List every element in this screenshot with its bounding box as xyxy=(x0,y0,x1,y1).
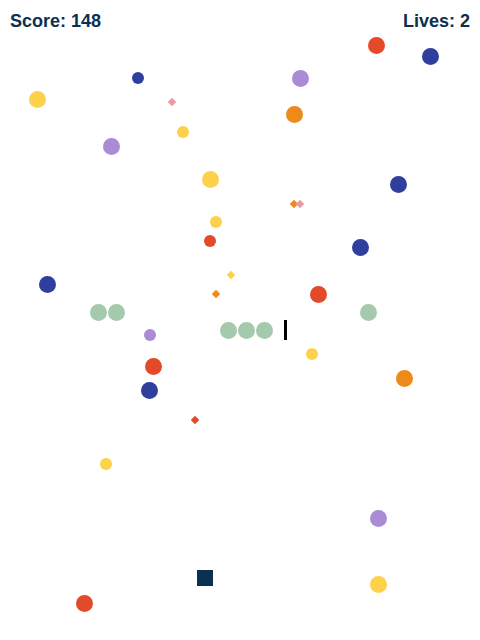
ball xyxy=(39,276,56,293)
small-ball xyxy=(210,216,222,228)
small-ball xyxy=(204,235,216,247)
ball xyxy=(422,48,439,65)
ball xyxy=(390,176,407,193)
ball xyxy=(370,510,387,527)
spark xyxy=(191,416,199,424)
ball xyxy=(202,171,219,188)
small-ball xyxy=(306,348,318,360)
ball xyxy=(29,91,46,108)
ball xyxy=(292,70,309,87)
bullet xyxy=(284,320,287,340)
small-ball xyxy=(100,458,112,470)
small-ball xyxy=(177,126,189,138)
spark xyxy=(227,271,235,279)
ball xyxy=(145,358,162,375)
small-ball xyxy=(132,72,144,84)
ball xyxy=(286,106,303,123)
ball xyxy=(103,138,120,155)
ball xyxy=(76,595,93,612)
spark xyxy=(168,98,176,106)
hud: Score: 148 Lives: 2 xyxy=(0,0,480,33)
ball xyxy=(310,286,327,303)
ball xyxy=(108,304,125,321)
game-screen: Score: 148 Lives: 2 xyxy=(0,0,480,640)
ball xyxy=(90,304,107,321)
ball xyxy=(220,322,237,339)
ball xyxy=(256,322,273,339)
ball xyxy=(396,370,413,387)
ball xyxy=(360,304,377,321)
ball xyxy=(352,239,369,256)
ball xyxy=(370,576,387,593)
spark xyxy=(212,290,220,298)
ball xyxy=(238,322,255,339)
ball xyxy=(368,37,385,54)
player[interactable] xyxy=(197,570,213,586)
score: Score: 148 xyxy=(10,9,101,33)
ball xyxy=(141,382,158,399)
lives: Lives: 2 xyxy=(403,9,470,33)
small-ball xyxy=(144,329,156,341)
spark xyxy=(296,200,304,208)
